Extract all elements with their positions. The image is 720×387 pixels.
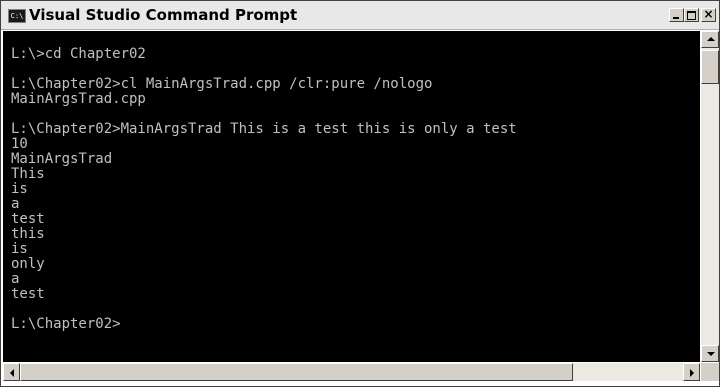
console-line: This <box>11 166 45 182</box>
console-line: L:\Chapter02>cl MainArgsTrad.cpp /clr:pu… <box>11 76 433 92</box>
console-line: test <box>11 211 45 227</box>
arrow-right-icon <box>690 369 694 377</box>
console-line: L:\Chapter02>MainArgsTrad This is a test… <box>11 121 517 137</box>
console-line: test <box>11 286 45 302</box>
console-line: this <box>11 226 45 242</box>
console-line: is <box>11 181 28 197</box>
minimize-icon <box>673 17 679 19</box>
arrow-left-icon <box>10 369 14 377</box>
console-line: is <box>11 241 28 257</box>
console-line: L:\Chapter02> <box>11 316 121 332</box>
console-line: MainArgsTrad.cpp <box>11 91 146 107</box>
scroll-down-button[interactable] <box>701 345 719 362</box>
console-line: 10 <box>11 136 28 152</box>
close-button[interactable]: × <box>701 7 716 22</box>
scroll-left-button[interactable] <box>3 363 20 381</box>
size-grip[interactable] <box>701 363 719 381</box>
command-prompt-window: C:\ Visual Studio Command Prompt × L:\>c… <box>0 0 720 387</box>
close-icon: × <box>703 7 714 21</box>
scroll-up-button[interactable] <box>701 31 719 48</box>
console-line: only <box>11 256 45 272</box>
title-bar[interactable]: C:\ Visual Studio Command Prompt × <box>1 1 719 30</box>
arrow-up-icon <box>707 37 715 41</box>
horizontal-scroll-thumb[interactable] <box>20 363 573 381</box>
vertical-scroll-thumb[interactable] <box>701 50 719 84</box>
console-line: L:\>cd Chapter02 <box>11 46 146 62</box>
maximize-icon <box>687 11 696 20</box>
console-output-area[interactable]: L:\>cd Chapter02 L:\Chapter02>cl MainArgs… <box>3 31 700 362</box>
maximize-button[interactable] <box>684 8 699 22</box>
console-line: a <box>11 271 20 287</box>
window-title: Visual Studio Command Prompt <box>29 6 298 24</box>
console-line: a <box>11 196 20 212</box>
console-icon[interactable]: C:\ <box>8 9 26 23</box>
arrow-down-icon <box>707 352 715 356</box>
console-text: L:\>cd Chapter02 L:\Chapter02>cl MainArgs… <box>11 47 517 332</box>
horizontal-scrollbar[interactable] <box>3 363 700 381</box>
minimize-button[interactable] <box>669 8 684 22</box>
scroll-right-button[interactable] <box>683 363 700 381</box>
console-line: MainArgsTrad <box>11 151 113 167</box>
vertical-scrollbar[interactable] <box>701 31 719 362</box>
